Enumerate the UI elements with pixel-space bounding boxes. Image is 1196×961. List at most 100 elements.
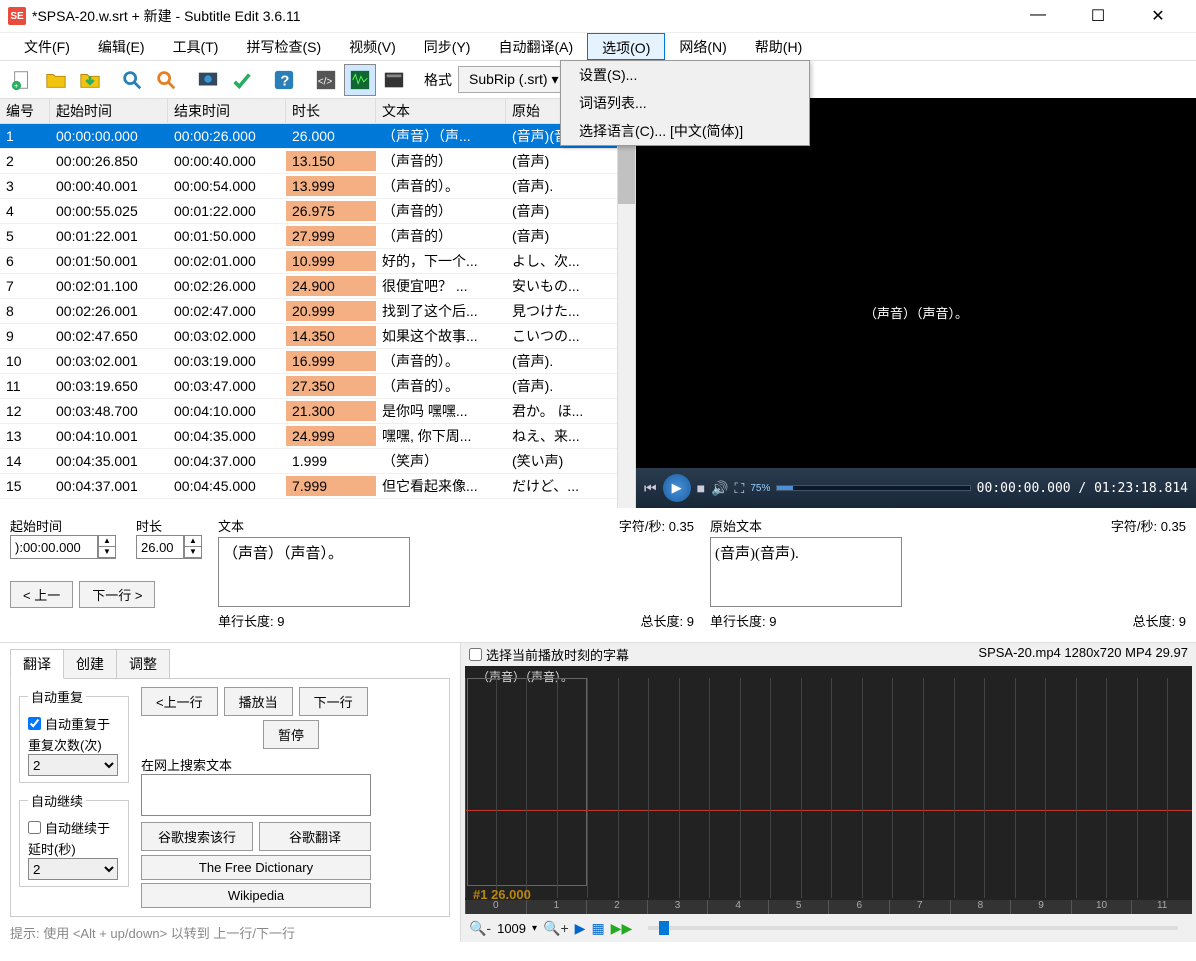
- duration-input[interactable]: [136, 535, 184, 559]
- visualsync-icon[interactable]: [192, 64, 224, 96]
- orig-label: 原始文本: [710, 516, 762, 535]
- menubar: 文件(F) 编辑(E) 工具(T) 拼写检查(S) 视频(V) 同步(Y) 自动…: [0, 32, 1196, 60]
- table-row[interactable]: 200:00:26.85000:00:40.00013.150（声音的）(音声): [0, 149, 635, 174]
- waveform-display[interactable]: （声音）（声音）。 #1 26.000 01234567891011: [465, 666, 1192, 914]
- zoom-in-icon[interactable]: 🔍+: [543, 920, 569, 937]
- tab-adjust[interactable]: 调整: [116, 649, 170, 679]
- table-row[interactable]: 500:01:22.00100:01:50.00027.999（声音的）(音声): [0, 224, 635, 249]
- help-icon[interactable]: ?: [268, 64, 300, 96]
- select-at-playtime-checkbox[interactable]: [469, 648, 482, 661]
- grid-header: 编号 起始时间 结束时间 时长 文本 原始: [0, 98, 635, 124]
- table-row[interactable]: 1300:04:10.00100:04:35.00024.999嘿嘿, 你下周.…: [0, 424, 635, 449]
- table-row[interactable]: 100:00:00.00000:00:26.00026.000（声音）（声...…: [0, 124, 635, 149]
- close-button[interactable]: ✕: [1138, 6, 1178, 26]
- start-time-spinner[interactable]: ▲▼: [98, 535, 116, 559]
- wave-play-icon[interactable]: ▶: [575, 920, 586, 937]
- autorepeat-checkbox[interactable]: [28, 717, 41, 730]
- prev-button[interactable]: < 上一: [10, 581, 73, 608]
- line-length2: 单行长度: 9: [710, 611, 776, 630]
- grid-scrollbar[interactable]: [617, 124, 635, 508]
- menu-autotranslate[interactable]: 自动翻译(A): [484, 33, 587, 60]
- google-translate-button[interactable]: 谷歌翻译: [259, 822, 371, 851]
- menu-help[interactable]: 帮助(H): [741, 33, 816, 60]
- start-time-input[interactable]: [10, 535, 98, 559]
- tab-translate[interactable]: 翻译: [10, 649, 64, 679]
- table-row[interactable]: 1000:03:02.00100:03:19.00016.999（声音的）。(音…: [0, 349, 635, 374]
- next-row-button[interactable]: 下一行: [299, 687, 368, 716]
- wave-grid-icon[interactable]: ▦: [591, 920, 604, 937]
- table-row[interactable]: 800:02:26.00100:02:47.00020.999找到了这个后...…: [0, 299, 635, 324]
- fullscreen-icon[interactable]: ⛶: [735, 480, 745, 497]
- tab-create[interactable]: 创建: [63, 649, 117, 679]
- pause-button[interactable]: 暂停: [263, 720, 319, 749]
- play-button[interactable]: ▶: [663, 474, 691, 502]
- delay-select[interactable]: 2: [28, 858, 118, 880]
- menu-sync[interactable]: 同步(Y): [410, 33, 485, 60]
- new-icon[interactable]: +: [6, 64, 38, 96]
- table-row[interactable]: 400:00:55.02500:01:22.00026.975（声音的）(音声): [0, 199, 635, 224]
- prev-row-button[interactable]: <上一行: [141, 687, 218, 716]
- save-icon[interactable]: [74, 64, 106, 96]
- select-at-playtime-label: 选择当前播放时刻的字幕: [486, 645, 629, 664]
- minimize-button[interactable]: —: [1018, 6, 1058, 26]
- col-number[interactable]: 编号: [0, 98, 50, 124]
- col-start[interactable]: 起始时间: [50, 98, 168, 124]
- col-text[interactable]: 文本: [376, 98, 506, 124]
- svg-text:</>: </>: [318, 76, 333, 87]
- table-row[interactable]: 900:02:47.65000:03:02.00014.350如果这个故事...…: [0, 324, 635, 349]
- format-selector[interactable]: SubRip (.srt) ▾: [458, 66, 570, 93]
- wave-forward-icon[interactable]: ▶▶: [611, 920, 633, 937]
- table-row[interactable]: 600:01:50.00100:02:01.00010.999好的，下一个...…: [0, 249, 635, 274]
- table-row[interactable]: 1100:03:19.65000:03:47.00027.350（声音的）。(音…: [0, 374, 635, 399]
- text-input[interactable]: （声音）（声音）。: [218, 537, 410, 607]
- video-icon[interactable]: [378, 64, 410, 96]
- sourceview-icon[interactable]: </>: [310, 64, 342, 96]
- cps2-label: 字符/秒: 0.35: [1111, 516, 1186, 535]
- maximize-button[interactable]: ☐: [1078, 6, 1118, 26]
- tfd-button[interactable]: The Free Dictionary: [141, 855, 371, 880]
- table-row[interactable]: 1500:04:37.00100:04:45.0007.999但它看起来像...…: [0, 474, 635, 499]
- orig-input[interactable]: (音声)(音声).: [710, 537, 902, 607]
- zoom-out-icon[interactable]: 🔍-: [469, 920, 491, 937]
- col-end[interactable]: 结束时间: [168, 98, 286, 124]
- wikipedia-button[interactable]: Wikipedia: [141, 883, 371, 908]
- menu-options[interactable]: 选项(O): [587, 33, 665, 60]
- table-row[interactable]: 700:02:01.10000:02:26.00024.900很便宜吧？ ...…: [0, 274, 635, 299]
- zoom-slider[interactable]: [648, 926, 1178, 930]
- table-row[interactable]: 1200:03:48.70000:04:10.00021.300是你吗 嘿嘿..…: [0, 399, 635, 424]
- menu-tools[interactable]: 工具(T): [159, 33, 233, 60]
- replace-icon[interactable]: [150, 64, 182, 96]
- google-search-button[interactable]: 谷歌搜索该行: [141, 822, 253, 851]
- open-icon[interactable]: [40, 64, 72, 96]
- menu-edit[interactable]: 编辑(E): [84, 33, 159, 60]
- table-row[interactable]: 300:00:40.00100:00:54.00013.999（声音的）。(音声…: [0, 174, 635, 199]
- repeat-count-select[interactable]: 2: [28, 754, 118, 776]
- text-label: 文本: [218, 516, 244, 535]
- autocontinue-checkbox[interactable]: [28, 821, 41, 834]
- skip-back-icon[interactable]: ⏮: [644, 480, 657, 497]
- col-duration[interactable]: 时长: [286, 98, 376, 124]
- progress-bar[interactable]: [776, 485, 970, 491]
- dropdown-settings[interactable]: 设置(S)...: [561, 61, 809, 89]
- dropdown-language[interactable]: 选择语言(C)... [中文(简体)]: [561, 117, 809, 145]
- subtitle-grid: 编号 起始时间 结束时间 时长 文本 原始 100:00:00.00000:00…: [0, 98, 636, 508]
- duration-spinner[interactable]: ▲▼: [184, 535, 202, 559]
- stop-icon[interactable]: ■: [697, 480, 705, 496]
- autocontinue-legend: 自动继续: [28, 791, 86, 810]
- menu-video[interactable]: 视频(V): [335, 33, 410, 60]
- play-current-button[interactable]: 播放当: [224, 687, 293, 716]
- dropdown-wordlist[interactable]: 词语列表...: [561, 89, 809, 117]
- menu-network[interactable]: 网络(N): [665, 33, 740, 60]
- format-label: 格式: [424, 70, 452, 90]
- find-icon[interactable]: [116, 64, 148, 96]
- window-title: *SPSA-20.w.srt + 新建 - Subtitle Edit 3.6.…: [32, 6, 1018, 26]
- spellcheck-icon[interactable]: [226, 64, 258, 96]
- menu-file[interactable]: 文件(F): [10, 33, 84, 60]
- menu-spellcheck[interactable]: 拼写检查(S): [232, 33, 335, 60]
- web-search-input[interactable]: [141, 774, 371, 816]
- video-player[interactable]: （声音）（声音）。 libmpv 2.1 ⏮ ▶ ■ 🔊 ⛶ 75% 00:00…: [636, 98, 1196, 508]
- volume-icon[interactable]: 🔊: [711, 480, 728, 497]
- table-row[interactable]: 1400:04:35.00100:04:37.0001.999（笑声）(笑い声): [0, 449, 635, 474]
- next-button[interactable]: 下一行 >: [79, 581, 155, 608]
- waveform-icon[interactable]: [344, 64, 376, 96]
